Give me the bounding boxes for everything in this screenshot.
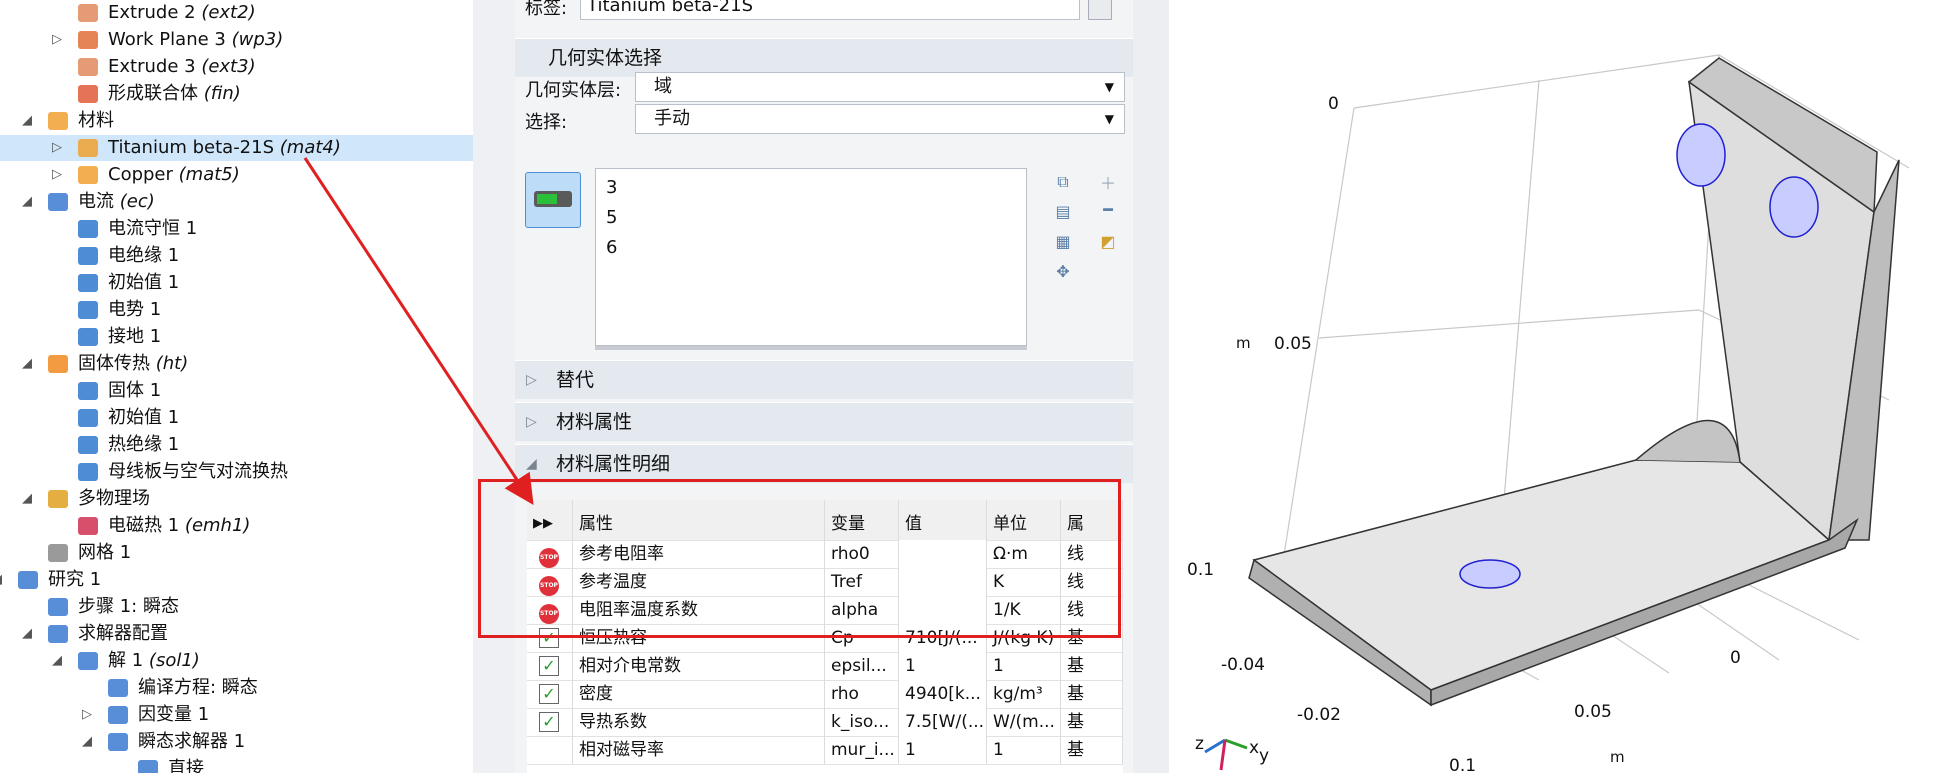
annotation-arrow: [303, 157, 534, 506]
annotation-overlay: [303, 157, 534, 506]
